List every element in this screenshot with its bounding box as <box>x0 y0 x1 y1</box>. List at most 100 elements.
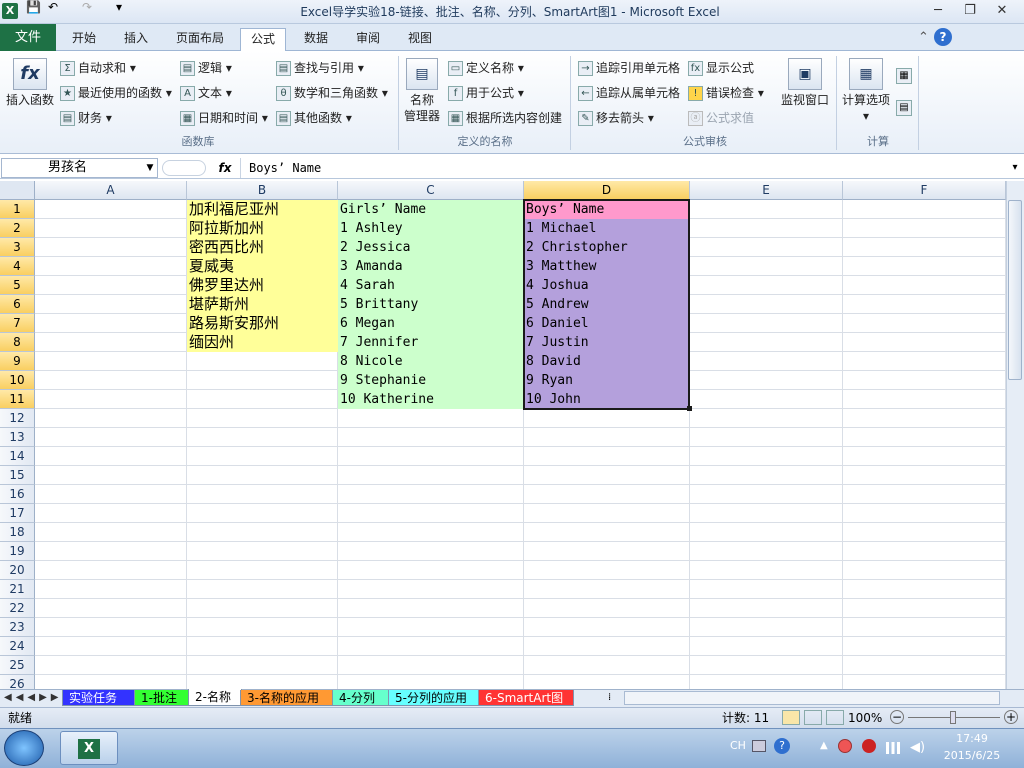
row-header-22[interactable]: 22 <box>0 599 35 618</box>
formula-input[interactable]: Boys’ Name <box>240 158 1008 178</box>
cell-d3[interactable]: 2 Christopher <box>524 238 690 257</box>
excel-app-icon[interactable]: X <box>2 3 18 19</box>
cell-c10[interactable]: 9 Stephanie <box>338 371 524 390</box>
page-break-view-icon[interactable] <box>826 710 844 725</box>
expand-formula-bar-icon[interactable]: ▾ <box>1008 160 1022 176</box>
row-header-5[interactable]: 5 <box>0 276 35 295</box>
row-header-13[interactable]: 13 <box>0 428 35 447</box>
help-icon[interactable]: ? <box>934 28 952 46</box>
cell-d11[interactable]: 10 John <box>524 390 690 409</box>
cell-b6[interactable]: 堪萨斯州 <box>187 295 338 314</box>
close-button[interactable]: ✕ <box>988 2 1016 20</box>
tray-expand-icon[interactable]: ▲ <box>820 740 828 751</box>
sheet-tab-5[interactable]: 4-分列 <box>332 690 390 706</box>
cell-d6[interactable]: 5 Andrew <box>524 295 690 314</box>
cell-d9[interactable]: 8 David <box>524 352 690 371</box>
tab-file[interactable]: 文件 <box>0 24 56 51</box>
start-button-icon[interactable] <box>4 730 44 766</box>
row-header-18[interactable]: 18 <box>0 523 35 542</box>
tab-formulas[interactable]: 公式 <box>240 28 287 51</box>
row-header-14[interactable]: 14 <box>0 447 35 466</box>
trace-precedents-button[interactable]: → 追踪引用单元格 <box>578 58 680 78</box>
cell-b4[interactable]: 夏威夷 <box>187 257 338 276</box>
cell-b7[interactable]: 路易斯安那州 <box>187 314 338 333</box>
calculate-sheet-icon[interactable]: ▤ <box>896 100 912 116</box>
cell-d4[interactable]: 3 Matthew <box>524 257 690 276</box>
remove-arrows-button[interactable]: ✎ 移去箭头 ▾ <box>578 108 654 128</box>
page-layout-view-icon[interactable] <box>804 710 822 725</box>
undo-icon[interactable]: ↶ <box>48 0 66 14</box>
save-icon[interactable]: 💾 <box>26 0 44 14</box>
recent-functions-button[interactable]: ★ 最近使用的函数 ▾ <box>60 83 172 103</box>
row-header-21[interactable]: 21 <box>0 580 35 599</box>
fill-handle[interactable] <box>687 406 692 411</box>
math-button[interactable]: θ 数学和三角函数 ▾ <box>276 83 388 103</box>
sheet-tab-3[interactable]: 2-名称 <box>188 689 242 706</box>
cell-c11[interactable]: 10 Katherine <box>338 390 524 409</box>
row-header-24[interactable]: 24 <box>0 637 35 656</box>
row-header-4[interactable]: 4 <box>0 257 35 276</box>
column-header-e[interactable]: E <box>690 181 843 200</box>
sheet-tab-1[interactable]: 实验任务 <box>62 690 136 706</box>
row-header-25[interactable]: 25 <box>0 656 35 675</box>
tab-review[interactable]: 审阅 <box>346 28 390 51</box>
antivirus-tray-icon[interactable] <box>862 739 876 753</box>
column-header-c[interactable]: C <box>338 181 524 200</box>
name-box[interactable]: 男孩名 <box>1 158 158 178</box>
tab-view[interactable]: 视图 <box>398 28 442 51</box>
cell-c6[interactable]: 5 Brittany <box>338 295 524 314</box>
minimize-button[interactable]: ─ <box>924 2 952 20</box>
row-header-10[interactable]: 10 <box>0 371 35 390</box>
sheet-tab-2[interactable]: 1-批注 <box>134 690 190 706</box>
column-header-a[interactable]: A <box>35 181 187 200</box>
row-header-17[interactable]: 17 <box>0 504 35 523</box>
row-header-16[interactable]: 16 <box>0 485 35 504</box>
logical-button[interactable]: ▤ 逻辑 ▾ <box>180 58 232 78</box>
datetime-button[interactable]: ▦ 日期和时间 ▾ <box>180 108 268 128</box>
more-functions-button[interactable]: ▤ 其他函数 ▾ <box>276 108 352 128</box>
cell-c9[interactable]: 8 Nicole <box>338 352 524 371</box>
tab-home[interactable]: 开始 <box>62 28 106 51</box>
insert-function-button[interactable]: fx 插入函数 <box>4 58 56 108</box>
column-header-f[interactable]: F <box>843 181 1006 200</box>
redo-icon[interactable]: ↷ <box>82 0 100 14</box>
tab-page-layout[interactable]: 页面布局 <box>166 28 234 51</box>
worksheet-grid[interactable]: A B C D E F 1 2 3 4 5 6 7 8 9 10 11 12 13 14 15 16 17 18 19 20 21 2… <box>0 181 1006 689</box>
cell-c3[interactable]: 2 Jessica <box>338 238 524 257</box>
taskbar-excel-button[interactable]: X <box>60 731 118 765</box>
cell-c4[interactable]: 3 Amanda <box>338 257 524 276</box>
normal-view-icon[interactable] <box>782 710 800 725</box>
row-header-7[interactable]: 7 <box>0 314 35 333</box>
text-button[interactable]: A 文本 ▾ <box>180 83 232 103</box>
create-from-selection-button[interactable]: ▦ 根据所选内容创建 <box>448 108 562 128</box>
volume-icon[interactable]: ◀) <box>910 740 925 755</box>
watch-window-button[interactable]: ▣ 监视窗口 <box>778 58 832 108</box>
ribbon-minimize-icon[interactable]: ⌃ <box>918 30 929 45</box>
restore-button[interactable]: ❐ <box>956 2 984 20</box>
sheet-tab-6[interactable]: 5-分列的应用 <box>388 690 480 706</box>
cell-d1[interactable]: Boys’ Name <box>524 200 690 219</box>
row-header-15[interactable]: 15 <box>0 466 35 485</box>
lookup-button[interactable]: ▤ 查找与引用 ▾ <box>276 58 364 78</box>
cell-b5[interactable]: 佛罗里达州 <box>187 276 338 295</box>
define-name-button[interactable]: ▭ 定义名称 ▾ <box>448 58 524 78</box>
vertical-scroll-thumb[interactable] <box>1008 200 1022 380</box>
row-header-12[interactable]: 12 <box>0 409 35 428</box>
clock-time[interactable]: 17:49 <box>950 732 994 745</box>
autosum-button[interactable]: Σ 自动求和 ▾ <box>60 58 136 78</box>
financial-button[interactable]: ▤ 财务 ▾ <box>60 108 112 128</box>
cell-b8[interactable]: 缅因州 <box>187 333 338 352</box>
input-language[interactable]: CH <box>730 739 746 752</box>
cell-d10[interactable]: 9 Ryan <box>524 371 690 390</box>
cell-c7[interactable]: 6 Megan <box>338 314 524 333</box>
show-formulas-button[interactable]: fx 显示公式 <box>688 58 754 78</box>
zoom-level[interactable]: 100% <box>848 709 882 727</box>
sheet-tab-4[interactable]: 3-名称的应用 <box>240 690 334 706</box>
zoom-out-icon[interactable]: − <box>890 710 904 724</box>
error-checking-button[interactable]: ! 错误检查 ▾ <box>688 83 764 103</box>
insert-function-icon[interactable]: fx <box>213 158 237 178</box>
cell-c2[interactable]: 1 Ashley <box>338 219 524 238</box>
sheet-tab-7[interactable]: 6-SmartArt图 <box>478 690 574 706</box>
calc-options-button[interactable]: ▦ 计算选项 ▾ <box>840 58 892 124</box>
help-tray-icon[interactable]: ? <box>774 738 790 754</box>
